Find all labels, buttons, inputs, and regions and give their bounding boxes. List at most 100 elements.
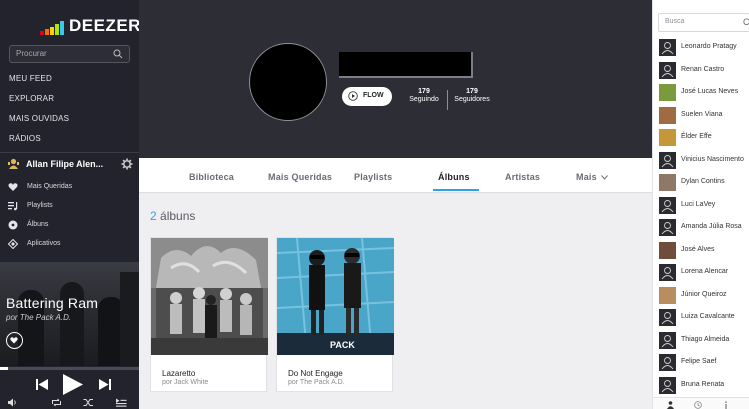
stats-divider — [447, 90, 448, 110]
tab-artists[interactable]: Artistas — [505, 172, 540, 182]
friends-search-input[interactable]: Busca C — [658, 13, 749, 32]
default-avatar-icon — [661, 222, 674, 235]
following-label: Seguindo — [409, 96, 439, 103]
album-card[interactable]: PACK Do Not Engage por The Pack A.D. — [276, 237, 394, 392]
now-playing-artist[interactable]: por The Pack A.D. — [6, 313, 71, 322]
friend-avatar — [659, 354, 676, 371]
user-icon[interactable] — [667, 401, 674, 409]
equalizer-logo-icon — [40, 21, 64, 35]
deezer-logo[interactable]: DEEZER — [40, 13, 141, 35]
profile-tabs: Biblioteca Mais Queridas Playlists Álbun… — [139, 158, 652, 193]
library-item-playlists[interactable]: Playlists — [8, 199, 72, 212]
friend-item[interactable]: Amanda Júlia Rosa — [657, 216, 749, 238]
friend-avatar — [659, 61, 676, 79]
album-cover[interactable]: PACK — [277, 238, 394, 355]
following-stat[interactable]: 179 Seguindo — [404, 88, 444, 103]
friend-name: Bruna Renata — [681, 380, 725, 388]
friends-search-placeholder: Busca — [665, 18, 685, 25]
friend-name: Amanda Júlia Rosa — [681, 223, 742, 230]
friend-item[interactable]: Thiago Almeida — [657, 329, 749, 351]
previous-track-icon[interactable] — [36, 379, 48, 390]
friend-name: Renan Castro — [681, 65, 725, 73]
play-circle-icon — [348, 91, 358, 101]
friend-item[interactable]: Felipe Saef — [657, 351, 749, 373]
friend-item[interactable]: José Lucas Neves — [657, 81, 749, 103]
library-item-apps[interactable]: Aplicativos — [8, 237, 72, 250]
logo-text: DEEZER — [69, 16, 141, 35]
profile-banner: FLOW 179 Seguindo 179 Seguidores — [139, 0, 652, 158]
nav-item-top-charts[interactable]: MAIS OUVIDAS — [9, 112, 69, 132]
profile-picture — [249, 43, 327, 121]
friend-name: Luiza Cavalcante — [681, 313, 735, 320]
album-card[interactable]: Lazaretto por Jack White — [150, 237, 268, 392]
friend-item[interactable]: Vinicius Nascimento — [657, 149, 749, 171]
nav-item-my-feed[interactable]: MEU FEED — [9, 72, 69, 92]
sidebar-divider — [0, 152, 139, 153]
tab-albums[interactable]: Álbuns — [438, 172, 470, 182]
info-icon[interactable] — [723, 401, 729, 409]
album-artist[interactable]: por Jack White — [162, 379, 208, 386]
active-tab-indicator — [433, 189, 479, 191]
playlist-icon — [8, 201, 18, 210]
friend-item[interactable]: José Alves — [657, 239, 749, 261]
friend-item[interactable]: Suelen Viana — [657, 104, 749, 126]
default-avatar-icon — [661, 42, 674, 55]
volume-icon[interactable] — [8, 398, 18, 407]
next-track-icon[interactable] — [99, 379, 111, 390]
play-icon[interactable] — [63, 374, 83, 395]
followers-stat[interactable]: 179 Seguidores — [450, 88, 494, 103]
tab-more-label: Mais — [576, 172, 597, 182]
albums-count-label: álbuns — [156, 209, 196, 223]
album-cover[interactable] — [151, 238, 268, 355]
friend-item[interactable]: Leonardo Pratagy — [657, 36, 749, 58]
player-controls — [0, 370, 139, 409]
album-title[interactable]: Lazaretto — [162, 369, 195, 378]
friend-item[interactable]: Júnior Queiroz — [657, 284, 749, 306]
repeat-icon[interactable] — [51, 398, 62, 407]
favorite-track-button[interactable] — [6, 332, 23, 349]
album-artist[interactable]: por The Pack A.D. — [288, 379, 345, 386]
friend-item[interactable]: Renan Castro — [657, 59, 749, 81]
shuffle-icon[interactable] — [83, 398, 94, 407]
now-playing-title[interactable]: Battering Ram — [6, 295, 98, 311]
flow-button[interactable]: FLOW — [342, 87, 392, 106]
friend-item[interactable]: Luci LaVey — [657, 194, 749, 216]
tab-playlists[interactable]: Playlists — [354, 172, 392, 182]
search-icon[interactable] — [113, 49, 123, 59]
albums-count-number: 2 — [150, 209, 157, 223]
followers-count: 179 — [466, 88, 478, 95]
friend-item[interactable]: Lorena Alencar — [657, 261, 749, 283]
friend-item[interactable]: Bruna Renata — [657, 374, 749, 396]
library-item-albums[interactable]: Álbuns — [8, 218, 72, 231]
heart-icon — [10, 337, 18, 344]
search-placeholder: Procurar — [16, 49, 47, 58]
queue-icon[interactable] — [116, 398, 127, 407]
nav-item-radios[interactable]: RÁDIOS — [9, 132, 69, 152]
clock-icon[interactable] — [694, 401, 702, 409]
nav-item-explore[interactable]: EXPLORAR — [9, 92, 69, 112]
friends-panel: Busca C Leonardo Pratagy Renan Castro José… — [652, 0, 749, 409]
friend-item[interactable]: Élder Effe — [657, 126, 749, 148]
library-item-favorites[interactable]: Mais Queridas — [8, 180, 72, 193]
profile-name-redacted — [339, 52, 473, 78]
sidebar-search-input[interactable]: Procurar — [9, 45, 130, 63]
tab-library[interactable]: Biblioteca — [189, 172, 234, 182]
friend-avatar — [659, 151, 676, 169]
friend-avatar — [659, 129, 676, 146]
library-menu: Mais Queridas Playlists Álbuns Aplicativ… — [8, 180, 72, 256]
friend-avatar — [659, 84, 676, 101]
tab-favorites[interactable]: Mais Queridas — [268, 172, 332, 182]
main-content: FLOW 179 Seguindo 179 Seguidores Bibliot… — [139, 0, 652, 409]
gear-icon[interactable] — [121, 158, 133, 170]
friend-name: Dylan Contins — [681, 178, 725, 185]
friend-name: Suelen Viana — [681, 110, 723, 118]
friend-name: Júnior Queiroz — [681, 290, 727, 298]
album-title[interactable]: Do Not Engage — [288, 369, 343, 378]
apps-icon — [8, 238, 18, 249]
sidebar: DEEZER Procurar MEU FEED EXPLORAR MAIS O… — [0, 0, 141, 409]
user-profile-link[interactable]: Allan Filipe Alen... — [0, 155, 139, 175]
albums-count-heading: 2 álbuns — [150, 209, 195, 223]
friend-item[interactable]: Dylan Contins — [657, 171, 749, 193]
tab-more[interactable]: Mais — [576, 172, 608, 182]
friend-item[interactable]: Luiza Cavalcante — [657, 306, 749, 328]
